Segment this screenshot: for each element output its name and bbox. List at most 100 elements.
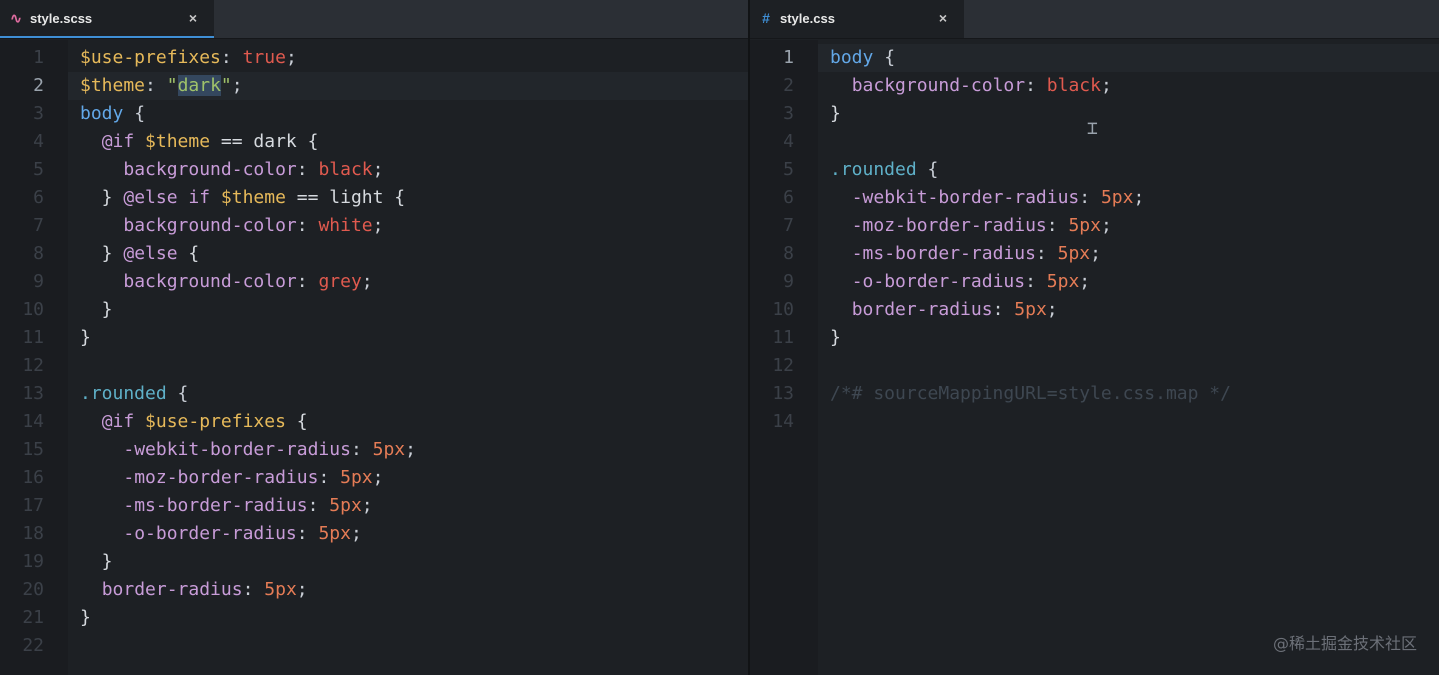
code-line: /*# sourceMappingURL=style.css.map */ [830, 380, 1231, 408]
code-token: -ms-border-radius [851, 243, 1036, 264]
code-token: .rounded [830, 159, 917, 180]
code-token: ; [231, 75, 243, 96]
code-line: } [830, 324, 841, 352]
tab-title: style.scss [30, 11, 93, 26]
close-icon[interactable]: × [936, 10, 950, 26]
line-number: 5 [783, 159, 794, 180]
code-token: ; [1090, 243, 1101, 264]
line-number: 11 [22, 327, 44, 348]
code-line: background-color: grey; [80, 268, 372, 296]
code-line: -o-border-radius: 5px; [830, 268, 1090, 296]
code-token: 5px [372, 439, 406, 460]
code-token: : [307, 495, 330, 516]
line-number: 12 [22, 355, 44, 376]
line-number: 14 [22, 411, 44, 432]
line-number: 13 [772, 383, 794, 404]
code-token: : [296, 215, 319, 236]
text-cursor-icon: ⌶ [1087, 118, 1098, 139]
line-number: 10 [772, 299, 794, 320]
code-token: : [992, 299, 1015, 320]
code-line: body { [80, 100, 145, 128]
tab-style-scss[interactable]: ∿ style.scss × [0, 0, 214, 38]
code-line: -webkit-border-radius: 5px; [80, 436, 416, 464]
code-token: { [123, 103, 146, 124]
code-token: black [1046, 75, 1101, 96]
code-area-right[interactable]: body { background-color: black;} .rounded… [818, 40, 1439, 675]
code-token: ; [372, 467, 384, 488]
line-number: 12 [772, 355, 794, 376]
close-icon[interactable]: × [186, 10, 200, 26]
editor-pane-left: ∿ style.scss × 1 2 3 4 5 6 7 8 9 10 11 12 13 14 15 16 17… [0, 0, 748, 675]
code-line: @if $theme == dark { [80, 128, 319, 156]
css-file-icon: # [762, 10, 770, 26]
line-number: 11 [772, 327, 794, 348]
code-token: } [80, 299, 113, 320]
line-number: 6 [33, 187, 44, 208]
code-line: $theme: "dark"; [80, 72, 243, 100]
code-token: -moz-border-radius [123, 467, 319, 488]
line-number: 4 [33, 131, 44, 152]
code-token: -webkit-border-radius [123, 439, 351, 460]
code-token: } [80, 327, 91, 348]
editor-workspace: ∿ style.scss × 1 2 3 4 5 6 7 8 9 10 11 12 13 14 15 16 17… [0, 0, 1439, 675]
code-token: ; [372, 159, 384, 180]
code-token: 5px [264, 579, 297, 600]
code-token: : [1025, 271, 1047, 292]
code-token: : [350, 439, 373, 460]
line-number: 16 [22, 467, 44, 488]
code-line: -o-border-radius: 5px; [80, 520, 361, 548]
line-number: 7 [33, 215, 44, 236]
editor-pane-right: # style.css × 1 2 3 4 5 6 7 8 9 10 11 12 13 14 body {… [750, 0, 1439, 675]
code-area-left[interactable]: $use-prefixes: true; $theme: "dark"; body … [68, 40, 748, 675]
code-line: } [80, 604, 91, 632]
code-token: ; [1133, 187, 1145, 208]
line-number: 17 [22, 495, 44, 516]
code-token: border-radius [101, 579, 243, 600]
code-token: : [1025, 75, 1047, 96]
tab-bar-left: ∿ style.scss × [0, 0, 748, 39]
tab-style-css[interactable]: # style.css × [750, 0, 964, 38]
code-token: ; [285, 47, 297, 68]
line-number: 15 [22, 439, 44, 460]
code-token: } [830, 327, 841, 348]
code-line: $use-prefixes: true; [80, 44, 297, 72]
code-token: : [242, 579, 265, 600]
line-number: 14 [772, 411, 794, 432]
code-token: == light { [285, 187, 406, 208]
code-token: background-color [123, 159, 297, 180]
code-token: 5px [1046, 271, 1080, 292]
code-token: : [145, 75, 167, 96]
code-token: -o-border-radius [851, 271, 1026, 292]
line-number: 8 [783, 243, 794, 264]
line-number: 3 [783, 103, 794, 124]
code-token: $use-prefixes [80, 47, 221, 68]
code-token: white [318, 215, 373, 236]
code-line: background-color: black; [80, 156, 383, 184]
code-token: : [1079, 187, 1101, 208]
code-line: -ms-border-radius: 5px; [830, 240, 1101, 268]
code-line: -moz-border-radius: 5px; [830, 212, 1112, 240]
code-token: " [220, 75, 232, 96]
code-token: /*# sourceMappingURL=style.css.map */ [830, 383, 1231, 404]
code-token: { [166, 383, 189, 404]
code-token: } [830, 103, 841, 124]
code-token: : [296, 271, 319, 292]
code-token: ; [1046, 299, 1058, 320]
line-number: 22 [22, 635, 44, 656]
tab-bar-right: # style.css × [750, 0, 1439, 39]
code-token: { [285, 411, 308, 432]
line-number: 10 [22, 299, 44, 320]
code-line: } [80, 296, 113, 324]
code-token: @else if [123, 187, 211, 208]
code-token: : [1046, 215, 1069, 236]
